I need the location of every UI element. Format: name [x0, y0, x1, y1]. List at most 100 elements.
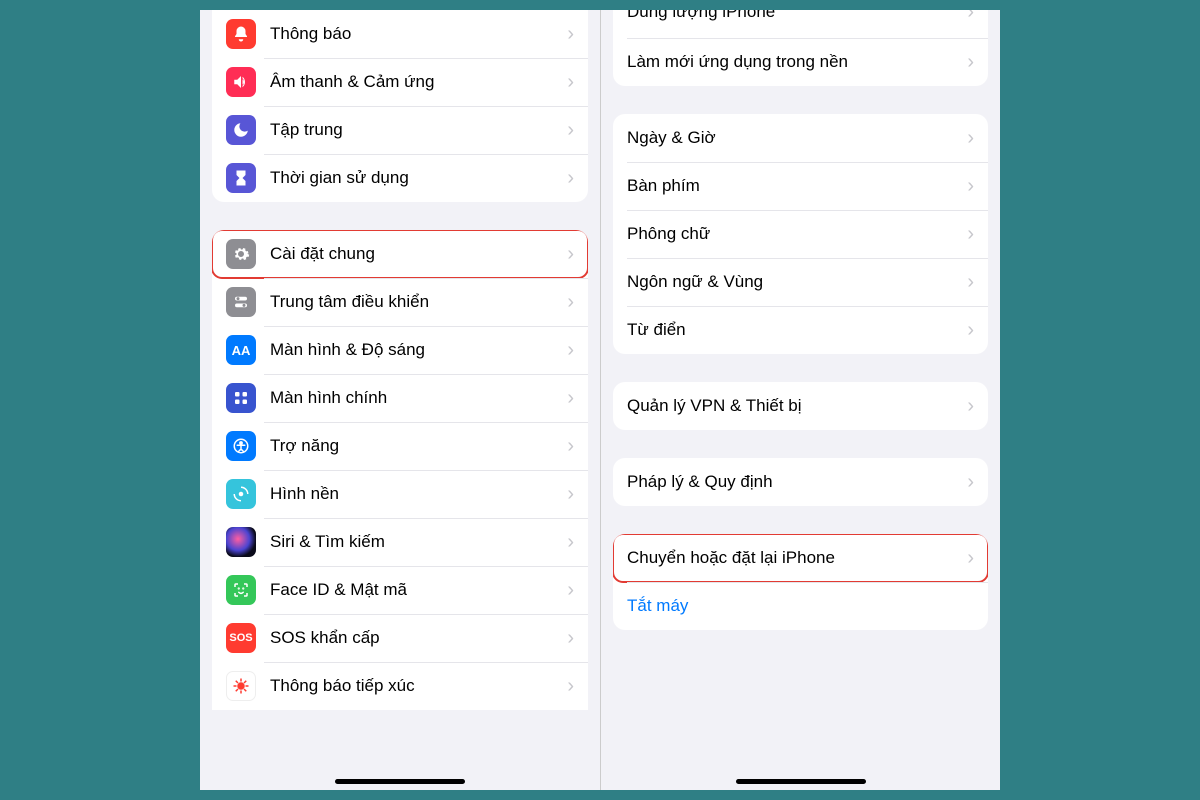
chevron-right-icon: › — [567, 531, 574, 554]
row-label: Chuyển hoặc đặt lại iPhone — [627, 548, 959, 568]
tutorial-page: Thông báo › Âm thanh & Cảm ứng › Tập tru… — [200, 10, 1000, 790]
chevron-right-icon: › — [967, 395, 974, 418]
row-home-screen[interactable]: Màn hình chính › — [212, 374, 588, 422]
row-exposure[interactable]: Thông báo tiếp xúc › — [212, 662, 588, 710]
row-faceid[interactable]: Face ID & Mật mã › — [212, 566, 588, 614]
chevron-right-icon: › — [967, 127, 974, 150]
chevron-right-icon: › — [567, 483, 574, 506]
chevron-right-icon: › — [967, 223, 974, 246]
row-general[interactable]: Cài đặt chung › — [212, 230, 588, 278]
home-indicator[interactable] — [736, 779, 866, 784]
chevron-right-icon: › — [567, 71, 574, 94]
row-control-center[interactable]: Trung tâm điều khiển › — [212, 278, 588, 326]
faceid-icon — [226, 575, 256, 605]
row-label: Quản lý VPN & Thiết bị — [627, 396, 959, 416]
chevron-right-icon: › — [967, 51, 974, 74]
general-group-locale: Ngày & Giờ › Bàn phím › Phông chữ › Ngôn… — [613, 114, 988, 354]
accessibility-icon — [226, 431, 256, 461]
row-label: Tắt máy — [627, 596, 974, 616]
chevron-right-icon: › — [967, 547, 974, 570]
chevron-right-icon: › — [567, 167, 574, 190]
row-label: Màn hình chính — [270, 388, 559, 408]
chevron-right-icon: › — [567, 23, 574, 46]
chevron-right-icon: › — [567, 387, 574, 410]
row-label: SOS khẩn cấp — [270, 628, 559, 648]
siri-icon — [226, 527, 256, 557]
row-transfer-reset[interactable]: Chuyển hoặc đặt lại iPhone › — [613, 534, 988, 582]
row-label: Màn hình & Độ sáng — [270, 340, 559, 360]
gear-icon — [226, 239, 256, 269]
text-size-icon: AA — [226, 335, 256, 365]
chevron-right-icon: › — [567, 119, 574, 142]
app-grid-icon — [226, 383, 256, 413]
chevron-right-icon: › — [967, 271, 974, 294]
row-label: Ngôn ngữ & Vùng — [627, 272, 959, 292]
general-group-reset: Chuyển hoặc đặt lại iPhone › Tắt máy — [613, 534, 988, 630]
row-wallpaper[interactable]: Hình nền › — [212, 470, 588, 518]
bell-icon — [226, 19, 256, 49]
row-label: Cài đặt chung — [270, 244, 559, 264]
row-focus[interactable]: Tập trung › — [212, 106, 588, 154]
row-label: Hình nền — [270, 484, 559, 504]
row-display[interactable]: AA Màn hình & Độ sáng › — [212, 326, 588, 374]
general-group-storage: Dung lượng iPhone › Làm mới ứng dụng tro… — [613, 10, 988, 86]
chevron-right-icon: › — [967, 10, 974, 24]
row-vpn[interactable]: Quản lý VPN & Thiết bị › — [613, 382, 988, 430]
row-label: Phông chữ — [627, 224, 959, 244]
row-keyboard[interactable]: Bàn phím › — [613, 162, 988, 210]
chevron-right-icon: › — [567, 339, 574, 362]
row-label: Siri & Tìm kiếm — [270, 532, 559, 552]
settings-group-general: Cài đặt chung › Trung tâm điều khiển › A… — [212, 230, 588, 710]
moon-icon — [226, 115, 256, 145]
row-label: Trung tâm điều khiển — [270, 292, 559, 312]
row-background-refresh[interactable]: Làm mới ứng dụng trong nền › — [613, 38, 988, 86]
row-sos[interactable]: SOS SOS khẩn cấp › — [212, 614, 588, 662]
sos-icon: SOS — [226, 623, 256, 653]
row-label: Ngày & Giờ — [627, 128, 959, 148]
chevron-right-icon: › — [567, 579, 574, 602]
row-shutdown[interactable]: Tắt máy — [613, 582, 988, 630]
row-fonts[interactable]: Phông chữ › — [613, 210, 988, 258]
general-settings-screen: Dung lượng iPhone › Làm mới ứng dụng tro… — [600, 10, 1000, 790]
chevron-right-icon: › — [567, 291, 574, 314]
row-label: Pháp lý & Quy định — [627, 472, 959, 492]
general-group-legal: Pháp lý & Quy định › — [613, 458, 988, 506]
hourglass-icon — [226, 163, 256, 193]
settings-group-notifications: Thông báo › Âm thanh & Cảm ứng › Tập tru… — [212, 10, 588, 202]
row-label: Dung lượng iPhone — [627, 10, 959, 22]
row-siri[interactable]: Siri & Tìm kiếm › — [212, 518, 588, 566]
row-label: Từ điển — [627, 320, 959, 340]
row-dictionary[interactable]: Từ điển › — [613, 306, 988, 354]
row-date-time[interactable]: Ngày & Giờ › — [613, 114, 988, 162]
settings-root-screen: Thông báo › Âm thanh & Cảm ứng › Tập tru… — [200, 10, 600, 790]
chevron-right-icon: › — [967, 175, 974, 198]
row-label: Thông báo tiếp xúc — [270, 676, 559, 696]
row-label: Âm thanh & Cảm ứng — [270, 72, 559, 92]
row-language-region[interactable]: Ngôn ngữ & Vùng › — [613, 258, 988, 306]
row-screentime[interactable]: Thời gian sử dụng › — [212, 154, 588, 202]
general-group-vpn: Quản lý VPN & Thiết bị › — [613, 382, 988, 430]
row-label: Face ID & Mật mã — [270, 580, 559, 600]
chevron-right-icon: › — [967, 319, 974, 342]
chevron-right-icon: › — [567, 435, 574, 458]
row-notifications[interactable]: Thông báo › — [212, 10, 588, 58]
virus-icon — [226, 671, 256, 701]
speaker-icon — [226, 67, 256, 97]
chevron-right-icon: › — [567, 675, 574, 698]
row-accessibility[interactable]: Trợ năng › — [212, 422, 588, 470]
row-label: Tập trung — [270, 120, 559, 140]
row-iphone-storage-truncated[interactable]: Dung lượng iPhone › — [613, 10, 988, 38]
wallpaper-icon — [226, 479, 256, 509]
row-label: Thời gian sử dụng — [270, 168, 559, 188]
row-label: Bàn phím — [627, 176, 959, 196]
row-label: Trợ năng — [270, 436, 559, 456]
toggles-icon — [226, 287, 256, 317]
row-sounds[interactable]: Âm thanh & Cảm ứng › — [212, 58, 588, 106]
row-legal[interactable]: Pháp lý & Quy định › — [613, 458, 988, 506]
home-indicator[interactable] — [335, 779, 465, 784]
chevron-right-icon: › — [967, 471, 974, 494]
chevron-right-icon: › — [567, 627, 574, 650]
chevron-right-icon: › — [567, 243, 574, 266]
row-label: Thông báo — [270, 24, 559, 44]
row-label: Làm mới ứng dụng trong nền — [627, 52, 959, 72]
